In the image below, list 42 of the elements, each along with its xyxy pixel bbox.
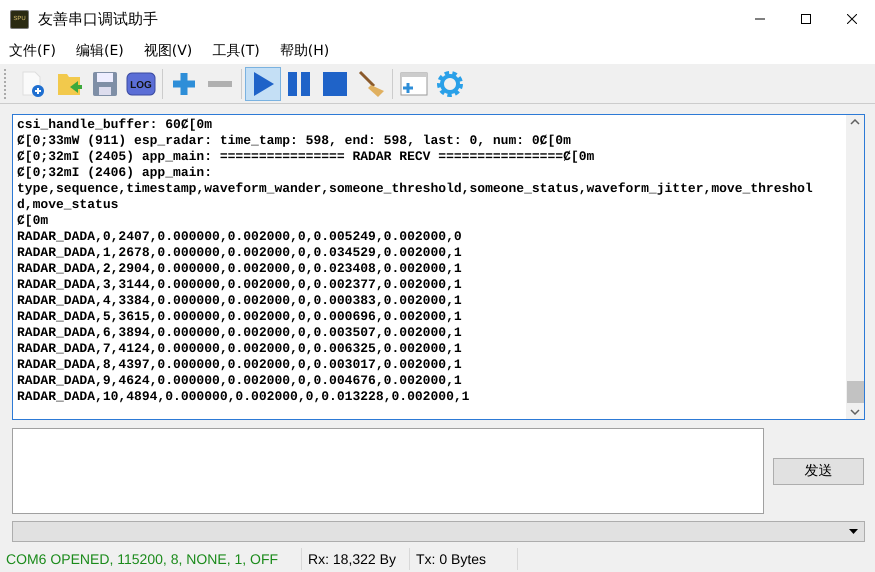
dropdown-caret-icon <box>849 529 858 534</box>
log-line: Ȼ[0m <box>17 213 50 230</box>
menu-item[interactable]: 编辑(E) <box>70 42 129 60</box>
menu-item[interactable]: 工具(T) <box>207 42 265 60</box>
log-line: RADAR_DADA,7,4124,0.000000,0.002000,0,0.006325,0.002000,1 <box>17 341 463 358</box>
send-input-field[interactable] <box>12 428 764 514</box>
scroll-up-icon[interactable] <box>850 119 860 126</box>
rx-counter: Rx: 18,322 By <box>302 548 410 570</box>
toolbar-button[interactable] <box>245 66 281 100</box>
connection-status: COM6 OPENED, 115200, 8, NONE, 1, OFF <box>0 548 302 570</box>
close-icon <box>847 14 857 24</box>
send-button[interactable]: 发送 <box>773 458 864 485</box>
log-line: RADAR_DADA,8,4397,0.000000,0.002000,0,0.003017,0.002000,1 <box>17 357 463 374</box>
broom-icon <box>356 68 386 98</box>
menu-item[interactable]: 视图(V) <box>138 42 198 60</box>
maximize-icon <box>801 14 811 24</box>
log-line: Ȼ[0;33mW (911) esp_radar: time_tamp: 598, end: 598, last: 0, num: 0Ȼ[0m <box>17 133 572 150</box>
gear-icon <box>435 68 465 98</box>
log-line: RADAR_DADA,3,3144,0.000000,0.002000,0,0.002377,0.002000,1 <box>17 277 463 294</box>
scroll-down-icon[interactable] <box>850 409 860 416</box>
minus-icon <box>208 80 232 86</box>
log-line: RADAR_DADA,6,3894,0.000000,0.002000,0,0.003507,0.002000,1 <box>17 325 463 342</box>
history-dropdown[interactable] <box>12 521 865 542</box>
log-line: RADAR_DADA,0,2407,0.000000,0.002000,0,0.005249,0.002000,0 <box>17 229 463 246</box>
log-line: csi_handle_buffer: 60Ȼ[0m <box>17 117 214 134</box>
log-line: Ȼ[0;32mI (2405) app_main: ================ RADAR RECV ================Ȼ[0m <box>17 149 596 166</box>
scrollbar-thumb[interactable] <box>846 381 864 404</box>
window-title: 友善串口调试助手 <box>38 10 159 28</box>
log-line: RADAR_DADA,10,4894,0.000000,0.002000,0,0.013228,0.002000,1 <box>17 389 470 406</box>
menu-item[interactable]: 帮助(H) <box>274 42 334 60</box>
log-line: Ȼ[0;32mI (2406) app_main: <box>17 165 214 182</box>
tx-counter: Tx: 0 Bytes <box>410 548 518 570</box>
menu-item[interactable]: 文件(F) <box>4 42 61 60</box>
scrollbar[interactable] <box>846 115 864 420</box>
log-line: RADAR_DADA,1,2678,0.000000,0.002000,0,0.034529,0.002000,1 <box>17 245 463 262</box>
log-line: RADAR_DADA,2,2904,0.000000,0.002000,0,0.023408,0.002000,1 <box>17 261 463 278</box>
log-line: type,sequence,timestamp,waveform_wander,someone_threshold,someone_status,waveform_jitter,move_threshold,move_status <box>17 181 814 214</box>
log-line: RADAR_DADA,9,4624,0.000000,0.002000,0,0.004676,0.002000,1 <box>17 373 463 390</box>
log-line: RADAR_DADA,4,3384,0.000000,0.002000,0,0.000383,0.002000,1 <box>17 293 463 310</box>
minimize-icon <box>755 18 765 20</box>
log-line: RADAR_DADA,5,3615,0.000000,0.002000,0,0.000696,0.002000,1 <box>17 309 463 326</box>
receive-text-area[interactable] <box>12 114 865 420</box>
